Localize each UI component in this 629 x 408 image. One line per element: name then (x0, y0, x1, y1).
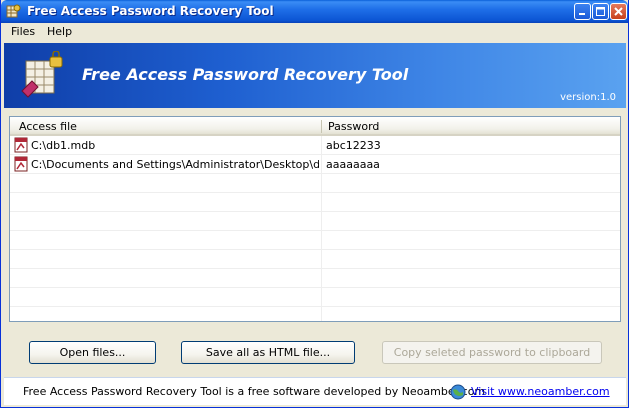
empty-row (10, 174, 620, 193)
app-window: Free Access Password Recovery Tool Files… (0, 0, 629, 408)
open-files-button[interactable]: Open files... (29, 341, 156, 364)
menu-help[interactable]: Help (47, 25, 72, 38)
save-html-button[interactable]: Save all as HTML file... (181, 341, 355, 364)
access-file-icon (14, 137, 28, 153)
window-title: Free Access Password Recovery Tool (27, 4, 274, 18)
empty-row (10, 193, 620, 212)
website-link[interactable]: Visit www.neoamber.com (471, 385, 610, 398)
header-banner: Free Access Password Recovery Tool versi… (4, 43, 626, 108)
close-icon (614, 7, 623, 16)
banner-title: Free Access Password Recovery Tool (82, 65, 409, 84)
empty-row (10, 212, 620, 231)
title-bar[interactable]: Free Access Password Recovery Tool (1, 0, 628, 23)
globe-icon (450, 384, 466, 400)
column-password[interactable]: Password (328, 120, 379, 133)
maximize-button[interactable] (592, 3, 609, 20)
table-row[interactable]: C:\Documents and Settings\Administrator\… (10, 155, 620, 174)
list-body: C:\db1.mdb abc12233 C:\Documents and Set… (10, 136, 620, 307)
empty-row (10, 231, 620, 250)
menu-files[interactable]: Files (11, 25, 35, 38)
database-key-icon (21, 51, 63, 98)
copy-password-button[interactable]: Copy seleted password to clipboard (382, 341, 602, 364)
footer-bar: Free Access Password Recovery Tool is a … (4, 377, 626, 405)
column-access-file[interactable]: Access file (19, 120, 77, 133)
minimize-icon (579, 13, 585, 15)
maximize-icon (596, 7, 605, 16)
list-header: Access file Password (10, 117, 620, 136)
access-file-icon (14, 156, 28, 172)
row-file-path: C:\Documents and Settings\Administrator\… (31, 158, 319, 171)
results-list[interactable]: Access file Password C:\db1.mdb abc12233 (9, 116, 621, 322)
minimize-button[interactable] (574, 3, 591, 20)
row-password: aaaaaaaa (326, 158, 380, 171)
footer-credits: Free Access Password Recovery Tool is a … (23, 385, 486, 398)
empty-row (10, 288, 620, 307)
row-password: abc12233 (326, 139, 381, 152)
column-divider[interactable] (321, 120, 322, 133)
empty-row (10, 269, 620, 288)
version-label: version:1.0 (560, 92, 616, 103)
close-button[interactable] (610, 3, 627, 20)
table-row[interactable]: C:\db1.mdb abc12233 (10, 136, 620, 155)
app-key-icon (6, 4, 21, 18)
empty-row (10, 250, 620, 269)
row-file-path: C:\db1.mdb (31, 139, 96, 152)
menu-bar: Files Help (2, 23, 628, 42)
